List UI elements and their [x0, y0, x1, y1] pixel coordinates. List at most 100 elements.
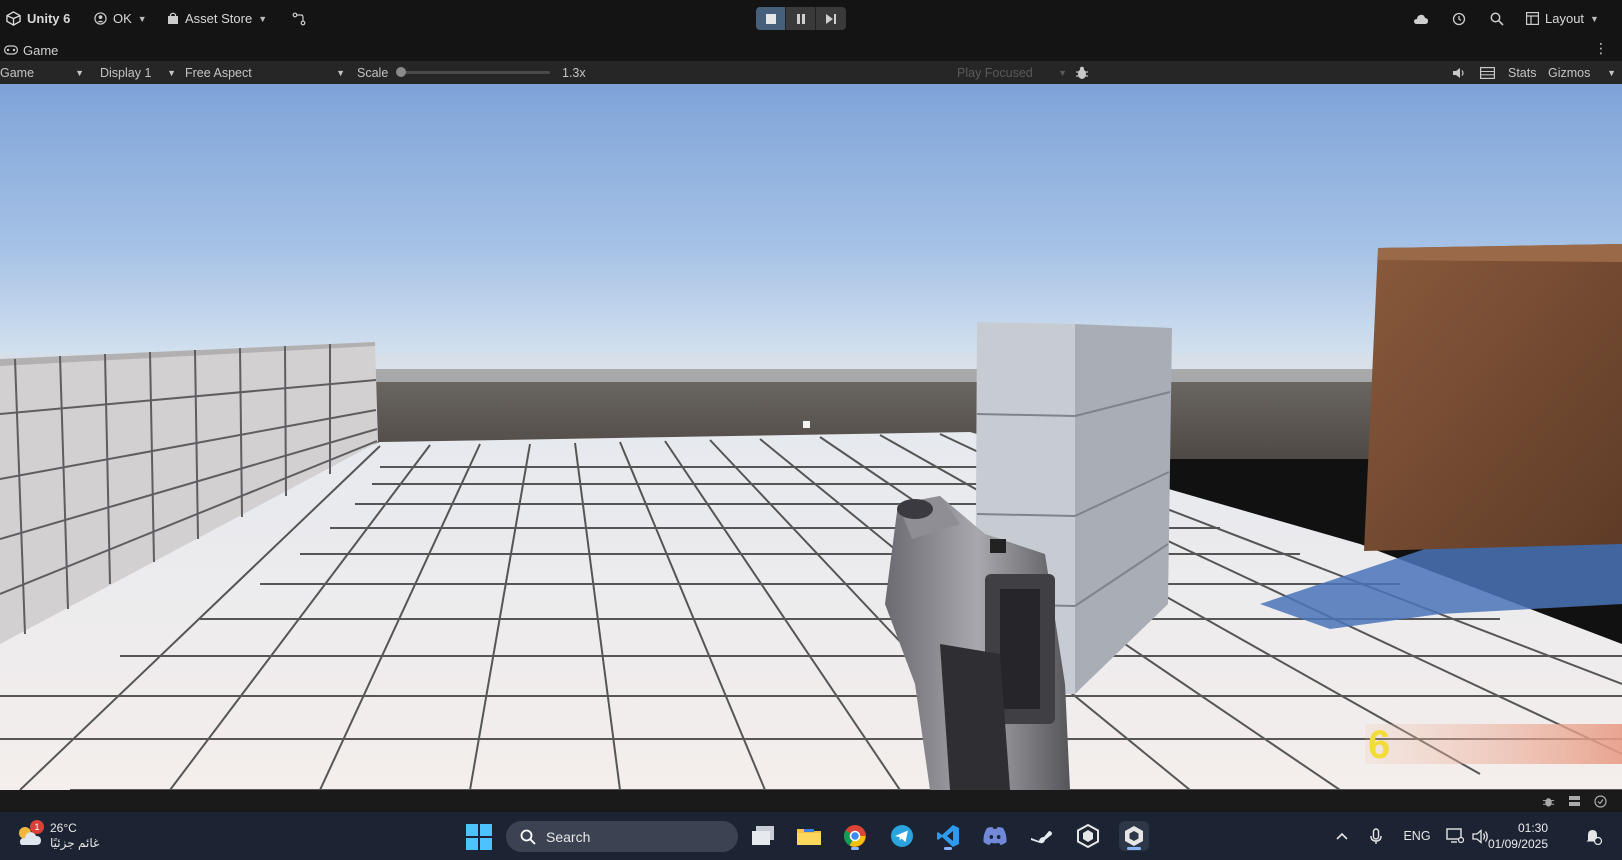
taskbar-steam[interactable] [1026, 821, 1056, 851]
taskbar-task-view[interactable] [748, 821, 778, 851]
tab-game-label: Game [23, 42, 59, 58]
weather-temperature: 26°C [50, 821, 77, 835]
scale-slider-thumb[interactable] [396, 67, 406, 77]
app-name: Unity 6 [27, 11, 71, 26]
ammo-count: 6 [1368, 723, 1390, 767]
view-type-dropdown[interactable]: Game ▼ [0, 61, 86, 84]
asset-store-dropdown[interactable]: Asset Store ▼ [167, 0, 267, 37]
display-dropdown[interactable]: Display 1 ▼ [100, 61, 176, 84]
account-label: OK [113, 11, 132, 26]
notification-badge: 1 [30, 820, 44, 834]
taskbar-unity-editor[interactable] [1119, 821, 1149, 851]
tab-game[interactable]: Game [4, 40, 58, 60]
gamepad-icon [4, 45, 18, 55]
aspect-grid-icon[interactable] [1480, 61, 1495, 84]
input-language[interactable]: ENG [1400, 812, 1434, 860]
layout-label: Layout [1545, 11, 1585, 26]
game-view-toolbar: Game ▼ Display 1 ▼ Free Aspect ▼ Scale 1… [0, 61, 1622, 84]
playmode-controls [756, 7, 846, 30]
start-button[interactable] [466, 824, 492, 850]
version-control-icon[interactable] [290, 10, 308, 28]
scale-value: 1.3x [562, 65, 586, 80]
taskbar-unity-hub[interactable] [1073, 821, 1103, 851]
taskbar-vscode[interactable] [933, 821, 963, 851]
discord-icon [983, 827, 1007, 845]
ammo-bar [1365, 724, 1622, 764]
running-indicator [944, 847, 952, 850]
windows-taskbar: 1 26°C غائم جزئيًا Search ENG 01:30 01/0… [0, 812, 1622, 860]
steam-icon [1031, 831, 1052, 844]
chevron-down-icon: ▼ [258, 13, 268, 24]
network-icon[interactable] [1444, 812, 1466, 860]
chrome-icon [844, 825, 866, 847]
view-type-label: Game [0, 65, 35, 80]
partly-cloudy-icon: 1 [16, 820, 44, 848]
search-icon [520, 829, 536, 845]
chevron-down-icon: ▼ [1058, 67, 1067, 78]
unity-hub-icon [1077, 824, 1099, 848]
more-options-icon[interactable]: ⋮ [1594, 40, 1608, 57]
running-indicator [1127, 847, 1141, 850]
taskbar-discord[interactable] [980, 821, 1010, 851]
windows-logo-icon [466, 824, 492, 850]
aspect-label: Free Aspect [185, 65, 252, 80]
weather-widget[interactable]: 1 26°C غائم جزئيًا [16, 818, 99, 854]
gizmos-dropdown[interactable]: Gizmos ▼ [1548, 61, 1616, 84]
stop-icon [765, 13, 776, 24]
scale-slider-track[interactable] [400, 71, 550, 74]
chevron-down-icon: ▼ [75, 67, 84, 78]
chevron-down-icon: ▼ [336, 67, 345, 78]
game-scene: 6 [0, 84, 1622, 790]
cache-server-icon[interactable] [1566, 793, 1582, 809]
layout-dropdown[interactable]: Layout ▼ [1526, 0, 1599, 37]
play-focused-label: Play Focused [957, 65, 1033, 80]
speaker-icon[interactable] [1452, 61, 1466, 84]
crosshair [803, 421, 810, 428]
chevron-down-icon: ▼ [1590, 13, 1599, 24]
folder-icon [797, 829, 821, 845]
vscode-icon [937, 825, 959, 847]
step-button[interactable] [816, 7, 846, 30]
notifications-bell-icon[interactable] [1580, 812, 1606, 860]
unity-status-bar [0, 790, 1622, 812]
task-view-icon [752, 826, 774, 845]
scale-label: Scale [357, 65, 389, 80]
pause-button[interactable] [786, 7, 816, 30]
bug-icon[interactable] [1075, 61, 1089, 84]
history-icon[interactable] [1450, 10, 1468, 28]
play-focused-dropdown[interactable]: Play Focused ▼ [957, 61, 1067, 84]
tray-overflow-chevron-up-icon[interactable] [1332, 812, 1352, 860]
game-viewport[interactable]: 6 [0, 84, 1622, 790]
cloud-icon[interactable] [1412, 10, 1430, 28]
unity-editor-icon [1125, 826, 1143, 846]
microphone-icon[interactable] [1366, 812, 1386, 860]
taskbar-file-explorer[interactable] [794, 821, 824, 851]
step-icon [825, 13, 836, 24]
wooden-crate [1364, 244, 1622, 551]
asset-store-label: Asset Store [185, 11, 253, 26]
chevron-down-icon: ▼ [137, 13, 147, 24]
chevron-down-icon: ▼ [167, 67, 176, 78]
unity-menu[interactable]: Unity 6 [6, 0, 70, 37]
running-indicator [851, 847, 859, 850]
search-label: Search [546, 828, 591, 845]
search-icon[interactable] [1488, 10, 1506, 28]
taskbar-chrome[interactable] [840, 821, 870, 851]
taskbar-telegram[interactable] [887, 821, 917, 851]
taskbar-search[interactable]: Search [506, 821, 738, 852]
unity-logo-icon [6, 11, 21, 26]
aspect-dropdown[interactable]: Free Aspect ▼ [185, 61, 347, 84]
gizmos-label: Gizmos [1548, 65, 1591, 80]
display-label: Display 1 [100, 65, 152, 80]
debug-bug-icon[interactable] [1540, 793, 1556, 809]
telegram-icon [891, 825, 913, 847]
stats-button[interactable]: Stats [1508, 61, 1537, 84]
pause-icon [796, 13, 805, 24]
shopping-bag-icon [168, 12, 178, 24]
play-button[interactable] [756, 7, 786, 30]
unity-toolbar: Unity 6 OK ▼ Asset Store ▼ Layout ▼ [0, 0, 1622, 37]
system-clock[interactable]: 01:30 01/09/2025 [1488, 820, 1548, 852]
clock-time: 01:30 [1517, 821, 1548, 835]
account-dropdown[interactable]: OK ▼ [94, 0, 147, 37]
progress-check-icon[interactable] [1592, 793, 1608, 809]
